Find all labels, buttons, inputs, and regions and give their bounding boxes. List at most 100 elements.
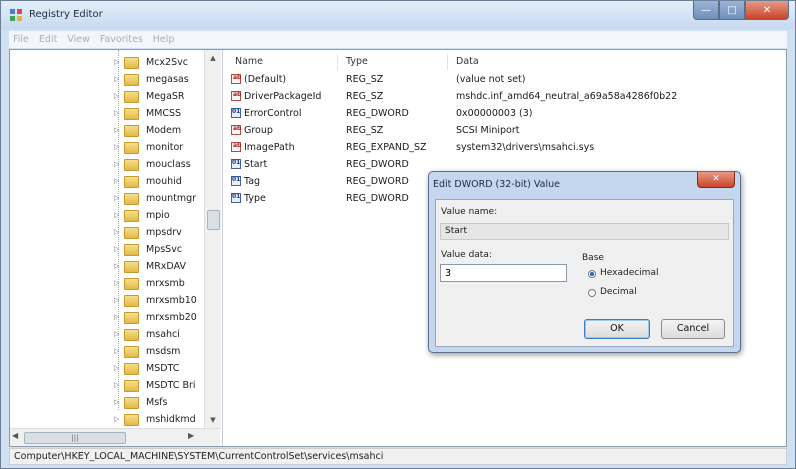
tree-item-label: mouhid [146,176,182,187]
value-name: (Default) [244,74,287,85]
value-data-label: Value data: [441,250,492,260]
value-name: Tag [244,176,261,187]
expand-icon[interactable]: ▷ [114,194,119,202]
column-separator[interactable] [447,54,448,70]
tree-item-label: MegaSR [146,91,185,102]
close-icon: ✕ [712,174,720,184]
scroll-thumb[interactable] [207,210,220,230]
scroll-up-icon[interactable]: ▲ [205,50,221,66]
title-bar[interactable]: Registry Editor — □ ✕ [1,1,795,29]
tree-item-label: mshidkmd [146,414,196,425]
value-type: REG_EXPAND_SZ [346,142,427,153]
folder-icon [124,312,139,324]
folder-icon [124,380,139,392]
expand-icon[interactable]: ▷ [114,58,119,66]
tree-item-label: MpsSvc [146,244,183,255]
value-data: 0x00000003 (3) [456,108,533,119]
hexadecimal-radio[interactable] [588,270,596,278]
tree-item-label: MSDTC Bri [146,380,196,391]
folder-icon [124,278,139,290]
dword-value-icon [231,193,241,203]
tree-item-label: monitor [146,142,184,153]
expand-icon[interactable]: ▷ [114,160,119,168]
expand-icon[interactable]: ▷ [114,177,119,185]
value-row[interactable]: (Default) REG_SZ (value not set) [223,71,783,88]
tree-item-label: Mcx2Svc [146,57,188,68]
folder-icon [124,176,139,188]
expand-icon[interactable]: ▷ [114,126,119,134]
folder-icon [124,193,139,205]
value-type: REG_SZ [346,125,384,136]
expand-icon[interactable]: ▷ [114,92,119,100]
scroll-down-icon[interactable]: ▼ [205,412,221,428]
value-name: ImagePath [244,142,295,153]
expand-icon[interactable]: ▷ [114,364,119,372]
base-label: Base [582,253,604,263]
tree-item-label: Msfs [146,397,168,408]
dialog-body: Value name: Start Value data: Base Hexad… [435,199,734,347]
minimize-button[interactable]: — [693,1,719,20]
dword-value-icon [231,108,241,118]
expand-icon[interactable]: ▷ [114,262,119,270]
expand-icon[interactable]: ▷ [114,211,119,219]
expand-icon[interactable]: ▷ [114,398,119,406]
hexadecimal-label[interactable]: Hexadecimal [600,268,658,278]
menu-view[interactable]: View [63,34,96,45]
value-data-input[interactable] [440,264,567,282]
scroll-right-icon[interactable]: ▶ [188,431,194,440]
status-bar: Computer\HKEY_LOCAL_MACHINE\SYSTEM\Curre… [9,448,787,465]
expand-icon[interactable]: ▷ [114,347,119,355]
value-type: REG_DWORD [346,108,409,119]
folder-icon [124,74,139,86]
expand-icon[interactable]: ▷ [114,75,119,83]
maximize-icon: □ [727,4,737,16]
dialog-close-button[interactable]: ✕ [697,172,735,188]
ok-button[interactable]: OK [584,319,650,339]
decimal-label[interactable]: Decimal [600,287,637,297]
expand-icon[interactable]: ▷ [114,330,119,338]
value-data: (value not set) [456,74,526,85]
folder-icon [124,295,139,307]
column-header-name[interactable]: Name [235,56,263,67]
expand-icon[interactable]: ▷ [114,381,119,389]
cancel-button[interactable]: Cancel [661,319,725,339]
maximize-button[interactable]: □ [719,1,745,20]
expand-icon[interactable]: ▷ [114,313,119,321]
string-value-icon [231,74,241,84]
expand-icon[interactable]: ▷ [114,109,119,117]
column-header-type[interactable]: Type [346,56,368,67]
value-row[interactable]: ErrorControl REG_DWORD 0x00000003 (3) [223,105,783,122]
value-row[interactable]: Group REG_SZ SCSI Miniport [223,122,783,139]
horizontal-scroll-thumb[interactable]: ||| [24,432,126,444]
value-name: Start [244,159,268,170]
tree-vertical-scrollbar[interactable]: ▲ ▼ [204,50,221,428]
column-separator[interactable] [337,54,338,70]
menu-favorites[interactable]: Favorites [96,34,149,45]
menu-help[interactable]: Help [149,34,181,45]
expand-icon[interactable]: ▷ [114,245,119,253]
value-row[interactable]: ImagePath REG_EXPAND_SZ system32\drivers\m… [223,139,783,156]
folder-icon [124,363,139,375]
folder-icon [124,414,139,426]
registry-editor-app-icon [10,9,22,21]
menu-bar: File Edit View Favorites Help [9,31,787,48]
value-name: DriverPackageId [244,91,322,102]
value-name-field: Start [440,223,729,240]
close-button[interactable]: ✕ [745,1,789,20]
expand-icon[interactable]: ▷ [114,296,119,304]
tree-horizontal-scrollbar[interactable]: ◀ ||| ▶ [10,428,220,446]
decimal-radio[interactable] [588,289,596,297]
column-header-data[interactable]: Data [456,56,479,67]
expand-icon[interactable]: ▷ [114,415,119,423]
menu-edit[interactable]: Edit [35,34,63,45]
scroll-left-icon[interactable]: ◀ [12,431,18,440]
menu-file[interactable]: File [9,34,35,45]
value-row[interactable]: DriverPackageId REG_SZ mshdc.inf_amd64_neu… [223,88,783,105]
expand-icon[interactable]: ▷ [114,279,119,287]
registry-editor-window: Registry Editor — □ ✕ File Edit View Fav… [0,0,796,469]
string-value-icon [231,125,241,135]
expand-icon[interactable]: ▷ [114,228,119,236]
expand-icon[interactable]: ▷ [114,143,119,151]
folder-icon [124,261,139,273]
key-tree: ▲ ▼ ◀ ||| ▶ ▷ Mcx2Svc ▷ megasas ▷ MegaSR ▷ MMCS… [10,50,223,446]
